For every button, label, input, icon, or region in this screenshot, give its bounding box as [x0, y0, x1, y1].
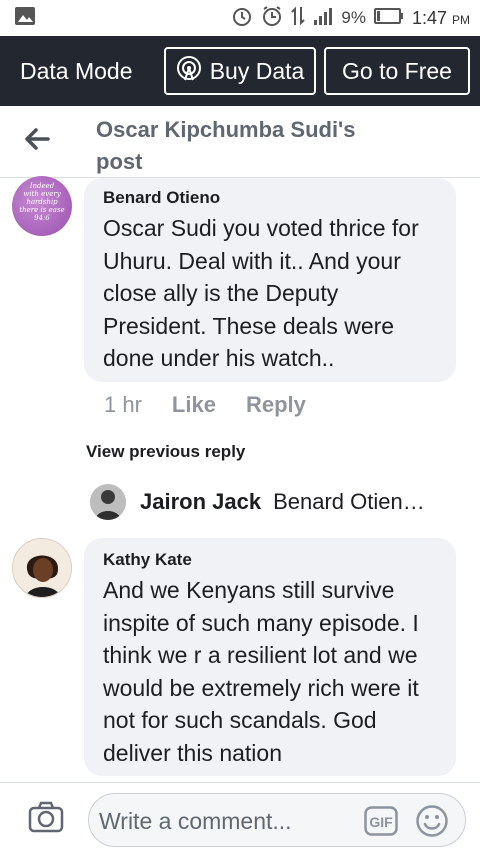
- time-ampm: PM: [452, 12, 470, 27]
- comment-line: deliver this nation: [103, 739, 282, 766]
- comment-line: And we Kenyans still survive: [103, 577, 395, 603]
- battery-percent: 9%: [341, 8, 366, 27]
- comment-composer: Write a comment... GIF: [0, 782, 480, 854]
- signal-icon: [313, 6, 333, 31]
- comment-time: 1 hr: [104, 392, 142, 417]
- avatar-kathy-kate[interactable]: [12, 538, 72, 598]
- go-to-free-button[interactable]: Go to Free: [324, 47, 470, 95]
- status-bar: 9% 1:47 PM: [0, 0, 480, 36]
- person-photo-icon: [13, 539, 71, 597]
- comment-line: done under his watch..: [103, 345, 335, 371]
- comment-bubble[interactable]: Kathy Kate And we Kenyans still survive …: [84, 538, 456, 776]
- back-arrow-icon[interactable]: [22, 124, 52, 154]
- comment-author[interactable]: Benard Otieno: [103, 188, 438, 208]
- comment-line: would be extremely rich were it: [103, 674, 419, 701]
- comment-line: not for such scandals. God: [103, 707, 377, 733]
- comment-line: think we r a resilient lot and we: [103, 642, 418, 668]
- reply-author[interactable]: Jairon Jack: [140, 489, 261, 515]
- comment-input-placeholder: Write a comment...: [99, 808, 292, 834]
- comment-line: President. These deals were: [103, 312, 395, 339]
- comment-text: Oscar Sudi you voted thrice for Uhuru. D…: [103, 212, 438, 375]
- reply-snippet: Benard Otien…: [273, 489, 425, 514]
- reply-preview[interactable]: Jairon Jack Benard Otien…: [90, 482, 425, 522]
- like-button[interactable]: Like: [172, 392, 216, 418]
- clock-time: 1:47 PM: [412, 8, 470, 29]
- comment-input[interactable]: Write a comment... GIF: [88, 793, 466, 847]
- comment-author[interactable]: Kathy Kate: [103, 550, 438, 570]
- title-line-2: post: [96, 149, 143, 174]
- avatar-text-line: Indeed: [29, 182, 55, 190]
- battery-icon: [373, 7, 404, 29]
- camera-icon[interactable]: [28, 801, 64, 838]
- svg-text:GIF: GIF: [369, 814, 393, 830]
- comment-actions: 1 hr Like Reply: [104, 392, 306, 418]
- emoji-icon[interactable]: [415, 804, 449, 843]
- comment-line: close ally is the Deputy: [103, 280, 339, 306]
- view-previous-reply-link[interactable]: View previous reply: [86, 442, 245, 462]
- comment-line: Oscar Sudi you voted thrice for: [103, 215, 419, 241]
- page-title: Oscar Kipchumba Sudi's post: [96, 114, 396, 178]
- alarm-icon: [231, 5, 253, 32]
- comment-line: inspite of such many episode. I: [103, 609, 419, 636]
- data-mode-bar: Data Mode Buy Data Go to Free: [0, 36, 480, 106]
- comment-line: Uhuru. Deal with it.. And your: [103, 247, 401, 274]
- time-value: 1:47: [411, 7, 447, 28]
- data-mode-label: Data Mode: [20, 57, 133, 84]
- avatar-text-line: 94:6: [34, 214, 50, 222]
- avatar-text-line: there is ease: [19, 206, 65, 214]
- title-line-1: Oscar Kipchumba Sudi's: [96, 117, 356, 142]
- broadcast-icon: [176, 55, 210, 87]
- comment-bubble[interactable]: Benard Otieno Oscar Sudi you voted thric…: [84, 178, 456, 382]
- avatar-jairon-jack[interactable]: [90, 484, 126, 520]
- person-silhouette-icon: [90, 484, 126, 520]
- image-icon: [14, 5, 36, 32]
- gif-icon[interactable]: GIF: [364, 806, 398, 841]
- buy-data-button[interactable]: Buy Data: [164, 47, 316, 95]
- buy-data-label: Buy Data: [209, 57, 305, 84]
- avatar-text-line: hardship: [26, 198, 58, 206]
- data-arrows-icon: [291, 5, 306, 32]
- comment-text: And we Kenyans still survive inspite of …: [103, 574, 438, 769]
- avatar-quote-text: Indeed with every hardship there is ease…: [12, 182, 72, 222]
- post-header: Oscar Kipchumba Sudi's post: [0, 106, 480, 178]
- avatar-text-line: with every: [23, 190, 61, 198]
- clock-icon: [261, 5, 283, 32]
- avatar-benard-otieno[interactable]: Indeed with every hardship there is ease…: [12, 176, 72, 236]
- reply-button[interactable]: Reply: [246, 392, 306, 418]
